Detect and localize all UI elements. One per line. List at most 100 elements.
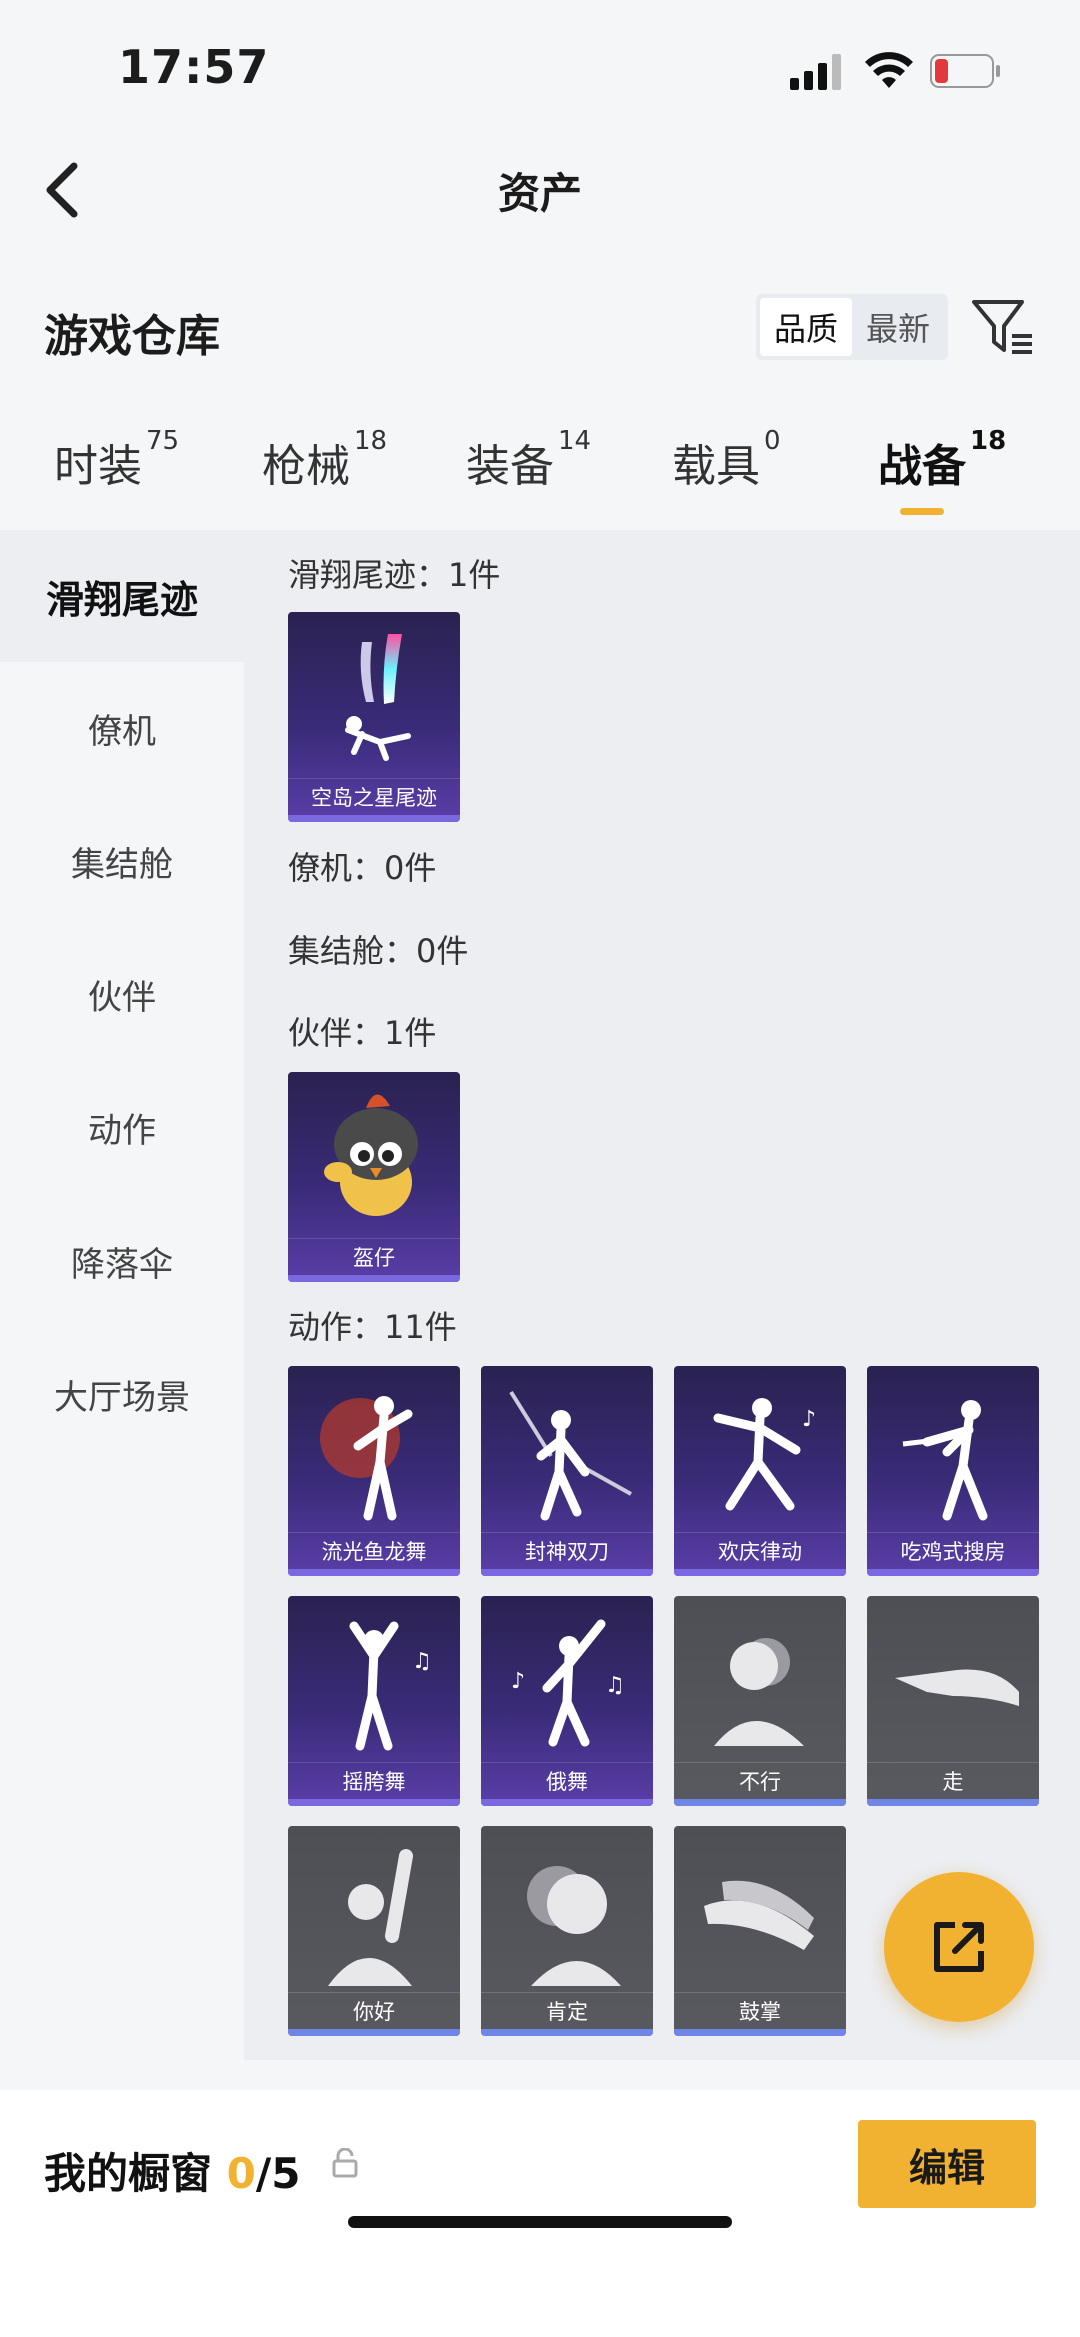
item-card[interactable]: 盔仔 <box>288 1072 460 1282</box>
item-name: 你好 <box>288 1992 460 2028</box>
wifi-icon <box>865 52 913 88</box>
rarity-bar <box>481 2029 653 2036</box>
item-name: 俄舞 <box>481 1762 653 1798</box>
page-heading: 游戏仓库 <box>44 311 220 362</box>
hello-art-icon <box>328 1849 413 1986</box>
edit-button[interactable]: 编辑 <box>858 2120 1036 2208</box>
blades-art-icon <box>509 1390 632 1521</box>
tab-label: 载具 <box>672 441 760 492</box>
status-bar: 17:57 <box>0 0 1080 130</box>
item-card[interactable]: 鼓掌 <box>674 1826 846 2036</box>
nav-bar: 资产 <box>0 130 1080 250</box>
dancer-art-icon <box>320 1396 413 1521</box>
battery-icon <box>930 54 1000 88</box>
sidebar-item-emote[interactable]: 动作 <box>0 1061 244 1193</box>
share-button[interactable] <box>884 1872 1034 2022</box>
item-card[interactable]: 流光鱼龙舞 <box>288 1366 460 1576</box>
sidebar-item-partner[interactable]: 伙伴 <box>0 928 244 1060</box>
clap-art-icon <box>704 1880 814 1950</box>
tab-battle-prep[interactable]: 战备 18 <box>878 426 1006 494</box>
section-emote-label: 动作：11件 <box>288 1308 457 1346</box>
hip-dance-art-icon: ♫ <box>349 1621 432 1751</box>
nod-art-icon <box>527 1866 621 1986</box>
tab-equipment[interactable]: 装备 14 <box>466 426 591 494</box>
rarity-bar <box>481 1569 653 1576</box>
rarity-bar <box>674 1799 846 1806</box>
svg-text:♫: ♫ <box>605 1673 625 1698</box>
active-tab-indicator <box>900 508 944 515</box>
sort-quality-button[interactable]: 品质 <box>760 298 852 356</box>
rarity-bar <box>674 1569 846 1576</box>
signal-icon <box>790 54 841 90</box>
section-partner-label: 伙伴：1件 <box>288 1014 437 1052</box>
showcase-max: /5 <box>255 2149 301 2198</box>
tab-label: 装备 <box>466 441 554 492</box>
sort-toggle: 品质 最新 <box>756 294 948 360</box>
item-card[interactable]: 空岛之星尾迹 <box>288 612 460 822</box>
tab-count: 0 <box>764 426 781 456</box>
sidebar-item-trail[interactable]: 滑翔尾迹 <box>0 530 244 662</box>
header: 游戏仓库 品质 最新 <box>0 280 1080 380</box>
rarity-bar <box>288 2029 460 2036</box>
item-name: 封神双刀 <box>481 1532 653 1568</box>
share-icon <box>934 1922 984 1972</box>
russian-dance-art-icon: ♪ ♫ <box>511 1619 625 1747</box>
item-name: 不行 <box>674 1762 846 1798</box>
tab-weapons[interactable]: 枪械 18 <box>262 426 387 494</box>
tab-count: 75 <box>146 426 180 456</box>
bottom-bar: 我的橱窗 0/5 编辑 <box>0 2090 1080 2337</box>
sort-latest-button[interactable]: 最新 <box>852 298 944 356</box>
tab-label: 时装 <box>54 441 142 492</box>
svg-text:♫: ♫ <box>412 1649 432 1674</box>
rarity-bar <box>867 1799 1039 1806</box>
rarity-bar <box>288 1799 460 1806</box>
home-indicator <box>348 2216 732 2228</box>
item-name: 盔仔 <box>288 1238 460 1274</box>
item-card[interactable]: 肯定 <box>481 1826 653 2036</box>
sidebar-item-wingman[interactable]: 僚机 <box>0 662 244 794</box>
rarity-bar <box>288 1275 460 1282</box>
section-wingman-label: 僚机：0件 <box>288 849 437 887</box>
item-card[interactable]: 走 <box>867 1596 1039 1806</box>
showcase-title: 我的橱窗 <box>44 2149 213 2198</box>
item-name: 走 <box>867 1762 1039 1798</box>
sidebar-item-capsule[interactable]: 集结舱 <box>0 795 244 927</box>
partner-art-icon <box>324 1094 418 1216</box>
status-time: 17:57 <box>118 40 270 94</box>
rarity-bar <box>288 1569 460 1576</box>
item-name: 鼓掌 <box>674 1992 846 2028</box>
showcase-label: 我的橱窗 0/5 <box>44 2140 300 2201</box>
filter-icon[interactable] <box>970 296 1036 358</box>
item-name: 流光鱼龙舞 <box>288 1532 460 1568</box>
tab-count: 18 <box>354 426 388 456</box>
svg-text:♪: ♪ <box>511 1669 525 1694</box>
tab-fashion[interactable]: 时装 75 <box>54 426 179 494</box>
showcase-count: 0 <box>226 2149 256 2198</box>
item-name: 摇胯舞 <box>288 1762 460 1798</box>
rarity-bar <box>674 2029 846 2036</box>
celebrate-art-icon: ♪ <box>713 1398 816 1511</box>
item-card[interactable]: 你好 <box>288 1826 460 2036</box>
category-tabs: 时装 75 枪械 18 装备 14 载具 0 战备 18 <box>0 426 1080 526</box>
tab-label: 战备 <box>878 441 966 492</box>
item-card[interactable]: ♪ 欢庆律动 <box>674 1366 846 1576</box>
sidebar-item-lobby[interactable]: 大厅场景 <box>0 1328 244 1460</box>
item-card[interactable]: 不行 <box>674 1596 846 1806</box>
item-card[interactable]: 吃鸡式搜房 <box>867 1366 1039 1576</box>
rarity-bar <box>288 815 460 822</box>
sidebar: 滑翔尾迹 僚机 集结舱 伙伴 动作 降落伞 大厅场景 <box>0 530 244 2060</box>
item-card[interactable]: 封神双刀 <box>481 1366 653 1576</box>
item-card[interactable]: ♪ ♫ 俄舞 <box>481 1596 653 1806</box>
item-name: 欢庆律动 <box>674 1532 846 1568</box>
no-art-icon <box>714 1638 804 1746</box>
sidebar-item-parachute[interactable]: 降落伞 <box>0 1195 244 1327</box>
item-card[interactable]: ♫ 摇胯舞 <box>288 1596 460 1806</box>
rarity-bar <box>481 1799 653 1806</box>
tab-count: 18 <box>970 426 1007 456</box>
svg-text:♪: ♪ <box>802 1407 816 1432</box>
item-name: 肯定 <box>481 1992 653 2028</box>
tab-vehicles[interactable]: 载具 0 <box>672 426 781 494</box>
item-name: 空岛之星尾迹 <box>288 778 460 814</box>
item-list: 滑翔尾迹：1件 空岛之星尾迹 僚机：0件 集结舱：0件 伙伴：1件 盔仔 动作：… <box>244 530 1080 2060</box>
search-house-art-icon <box>902 1400 988 1521</box>
